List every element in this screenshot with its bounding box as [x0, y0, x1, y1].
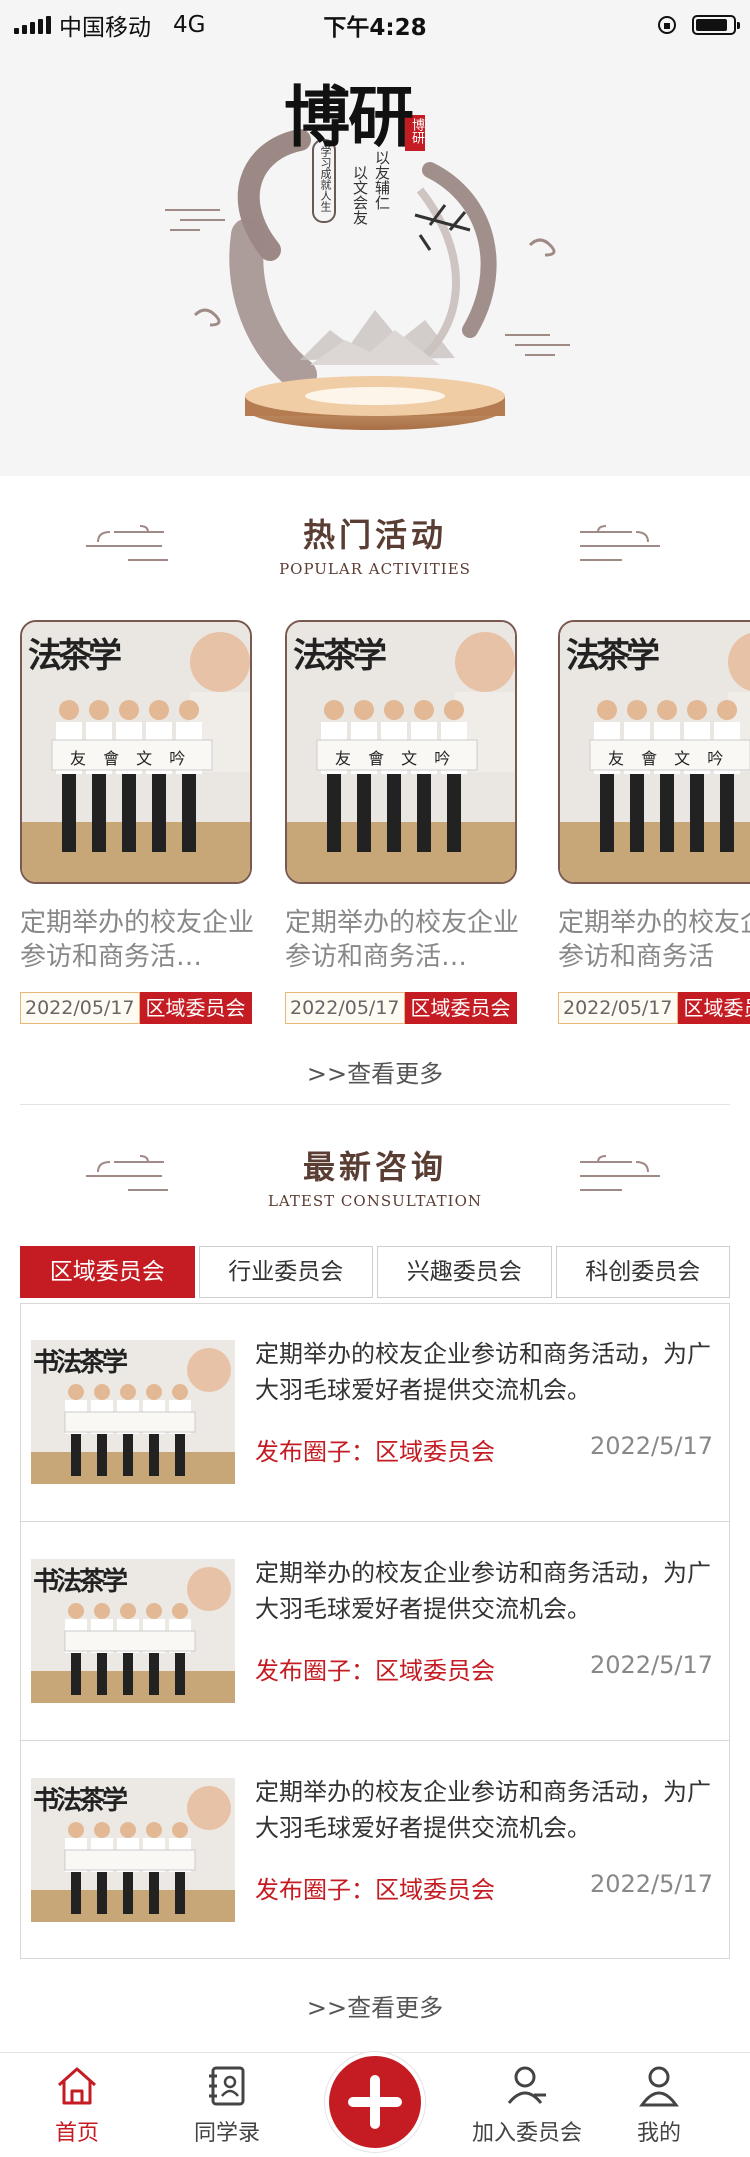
photo-sign-text: 友 會 文 吟 — [70, 749, 192, 768]
activities-carousel[interactable]: 法茶学 友 會 文 吟 定期举办的校友企业参访和商务活… 2022/05/17 … — [0, 620, 750, 1040]
section-divider — [20, 1104, 730, 1105]
news-date: 2022/5/17 — [589, 1651, 713, 1679]
nav-label: 首页 — [54, 2121, 99, 2146]
activity-tag[interactable]: 区域委员会 — [139, 992, 252, 1024]
status-bar: 中国移动 4G 下午4:28 — [0, 0, 750, 50]
photo-banner-text: 书法茶学 — [33, 1786, 128, 1816]
news-list: 书法茶学 定期举办的校友企业参访和商务活动，为广大羽毛球爱好者提供交流机会。 发… — [20, 1303, 730, 1959]
photo-sign-text: 友 會 文 吟 — [335, 749, 457, 768]
contacts-book-icon — [209, 2066, 245, 2106]
news-date: 2022/5/17 — [589, 1432, 713, 1460]
news-photo: 书法茶学 — [31, 1778, 235, 1922]
committee-tabs: 区域委员会 行业委员会 兴趣委员会 科创委员会 — [20, 1246, 730, 1298]
news-photo: 书法茶学 — [31, 1559, 235, 1703]
hero-seal: 博研 — [409, 118, 424, 144]
home-icon — [58, 2067, 96, 2105]
nav-label: 我的 — [636, 2121, 681, 2146]
news-circle-tag[interactable]: 发布圈子：区域委员会 — [255, 1432, 495, 1467]
latest-header: 最新咨询 LATEST CONSULTATION — [0, 1130, 750, 1250]
news-circle-tag[interactable]: 发布圈子：区域委员会 — [255, 1651, 495, 1686]
cloud-right-icon — [580, 525, 660, 561]
photo-banner-text: 法茶学 — [28, 636, 122, 676]
news-title: 定期举办的校友企业参访和商务活动，为广大羽毛球爱好者提供交流机会。 — [255, 1778, 711, 1842]
tab-industry[interactable]: 行业委员会 — [198, 1246, 373, 1298]
activity-card[interactable]: 法茶学 友 會 文 吟 定期举办的校友企业参访和商务活… 2022/05/17 … — [20, 620, 260, 1024]
activity-date: 2022/05/17 — [20, 992, 140, 1024]
activity-title: 定期举办的校友企业参访和商务活 — [558, 908, 750, 972]
battery-icon — [692, 15, 740, 35]
hero-poem-1: 以友辅仁 — [373, 150, 391, 210]
signal-icon — [14, 16, 51, 34]
activity-date: 2022/05/17 — [285, 992, 405, 1024]
nav-join-committee[interactable]: 加入委员会 — [452, 2063, 602, 2147]
profile-icon — [639, 2066, 679, 2107]
nav-classmates[interactable]: 同学录 — [152, 2063, 302, 2147]
publish-button[interactable] — [325, 2052, 425, 2152]
tab-innovation[interactable]: 科创委员会 — [555, 1246, 730, 1298]
activity-title: 定期举办的校友企业参访和商务活… — [20, 908, 255, 972]
photo-banner-text: 法茶学 — [293, 636, 387, 676]
join-user-icon — [507, 2066, 546, 2104]
activity-card[interactable]: 法茶学 友 會 文 吟 定期举办的校友企业参访和商务活 2022/05/17 区… — [558, 620, 750, 1024]
network-type: 4G — [173, 12, 206, 38]
activity-title: 定期举办的校友企业参访和商务活… — [285, 908, 520, 972]
news-date: 2022/5/17 — [589, 1870, 713, 1898]
activity-tag[interactable]: 区域委员会 — [677, 992, 750, 1024]
news-circle-tag[interactable]: 发布圈子：区域委员会 — [255, 1870, 495, 1905]
activity-photo: 法茶学 友 會 文 吟 — [558, 620, 750, 884]
carrier-name: 中国移动 — [59, 15, 151, 41]
news-item[interactable]: 书法茶学 定期举办的校友企业参访和商务活动，为广大羽毛球爱好者提供交流机会。 发… — [21, 1742, 729, 1960]
activity-photo: 法茶学 友 會 文 吟 — [285, 620, 517, 884]
photo-banner-text: 法茶学 — [566, 636, 660, 676]
news-item[interactable]: 书法茶学 定期举办的校友企业参访和商务活动，为广大羽毛球爱好者提供交流机会。 发… — [21, 1523, 729, 1741]
news-title: 定期举办的校友企业参访和商务活动，为广大羽毛球爱好者提供交流机会。 — [255, 1559, 711, 1623]
latest-more-link[interactable]: >>查看更多 — [0, 1988, 750, 2023]
activity-card[interactable]: 法茶学 友 會 文 吟 定期举办的校友企业参访和商务活… 2022/05/17 … — [285, 620, 525, 1024]
photo-banner-text: 书法茶学 — [33, 1348, 128, 1378]
photo-sign-text: 友 會 文 吟 — [608, 749, 730, 768]
news-title: 定期举办的校友企业参访和商务活动，为广大羽毛球爱好者提供交流机会。 — [255, 1340, 711, 1404]
rotation-lock-icon — [658, 16, 676, 34]
popular-more-link[interactable]: >>查看更多 — [0, 1054, 750, 1089]
activity-date: 2022/05/17 — [558, 992, 678, 1024]
hero-motto: 学习成就人生 — [319, 146, 332, 212]
cloud-right-icon — [580, 1155, 660, 1191]
tab-interest[interactable]: 兴趣委员会 — [377, 1246, 552, 1298]
hero-banner: 博研 以友辅仁 以文会友 学习成就人生 博研 — [0, 0, 750, 476]
nav-profile[interactable]: 我的 — [584, 2063, 734, 2147]
hero-calligraphy: 博研 — [284, 78, 414, 156]
activity-photo: 法茶学 友 會 文 吟 — [20, 620, 252, 884]
photo-banner-text: 书法茶学 — [33, 1567, 128, 1597]
news-item[interactable]: 书法茶学 定期举办的校友企业参访和商务活动，为广大羽毛球爱好者提供交流机会。 发… — [21, 1304, 729, 1522]
news-photo: 书法茶学 — [31, 1340, 235, 1484]
activity-tag[interactable]: 区域委员会 — [404, 992, 517, 1024]
popular-header: 热门活动 POPULAR ACTIVITIES — [0, 500, 750, 620]
hero-poem-2: 以文会友 — [351, 165, 369, 225]
nav-home[interactable]: 首页 — [2, 2063, 152, 2147]
tab-regional[interactable]: 区域委员会 — [20, 1246, 195, 1298]
nav-label: 加入委员会 — [471, 2121, 582, 2146]
nav-label: 同学录 — [193, 2121, 260, 2146]
plus-icon — [348, 2075, 402, 2129]
